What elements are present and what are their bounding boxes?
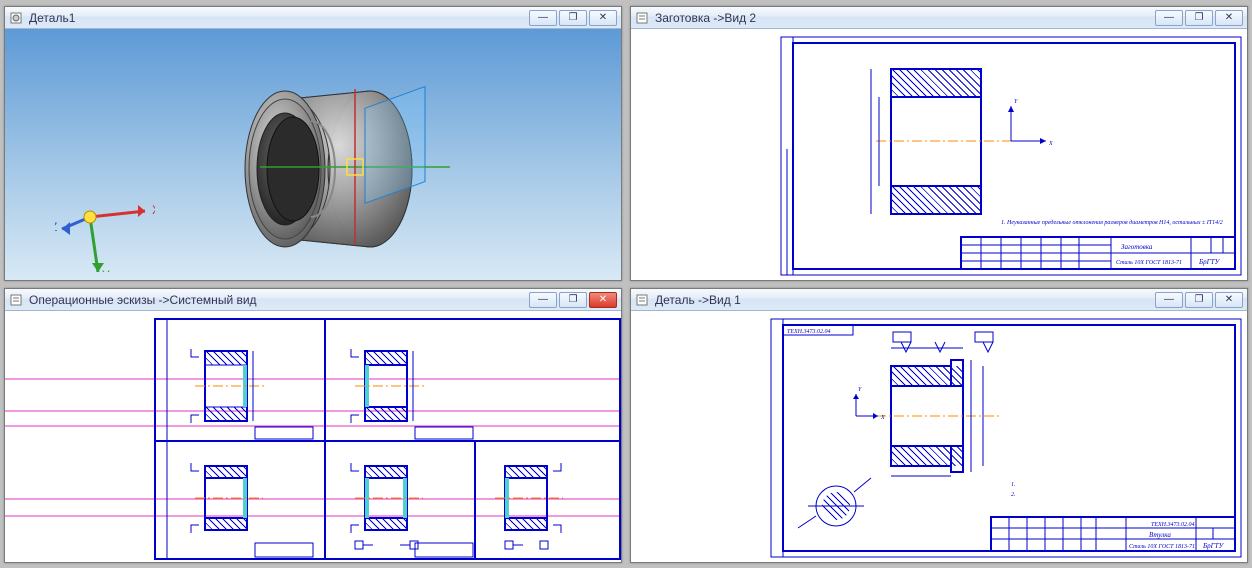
svg-text:1.: 1.: [1011, 482, 1016, 488]
minimize-button[interactable]: —: [529, 292, 557, 308]
minimize-button[interactable]: —: [1155, 10, 1183, 26]
title-text: Заготовка ->Вид 2: [655, 11, 1155, 25]
svg-text:X: X: [152, 203, 155, 217]
minimize-button[interactable]: —: [529, 10, 557, 26]
minimize-button[interactable]: —: [1155, 292, 1183, 308]
svg-text:Сталь 10Х ГОСТ 1813-71: Сталь 10Х ГОСТ 1813-71: [1116, 260, 1182, 266]
svg-text:Y: Y: [1014, 99, 1018, 105]
title-text: Деталь ->Вид 1: [655, 293, 1155, 307]
svg-text:Заготовка: Заготовка: [1121, 243, 1153, 251]
doc-2d-icon: [9, 293, 23, 307]
pane-op-sketches: Операционные эскизы ->Системный вид — ❐ …: [4, 288, 622, 563]
svg-text:БрГТУ: БрГТУ: [1198, 258, 1221, 266]
close-button[interactable]: ✕: [589, 10, 617, 26]
svg-text:Y: Y: [102, 268, 110, 272]
svg-text:X: X: [880, 415, 885, 421]
svg-text:1. Неуказанные предельные откл: 1. Неуказанные предельные отклонения раз…: [1001, 219, 1223, 226]
doc-3d-icon: [9, 11, 23, 25]
svg-text:Z: Z: [55, 220, 57, 234]
maximize-button[interactable]: ❐: [559, 10, 587, 26]
close-button[interactable]: ✕: [589, 292, 617, 308]
doc-2d-icon: [635, 11, 649, 25]
axis-gizmo: X Y Z: [55, 172, 155, 272]
titlebar[interactable]: Деталь1 — ❐ ✕: [5, 7, 621, 29]
maximize-button[interactable]: ❐: [559, 292, 587, 308]
svg-text:2.: 2.: [1011, 492, 1016, 498]
svg-text:БрГТУ: БрГТУ: [1202, 542, 1225, 550]
drawing-canvas[interactable]: ТЕХН.3473.02.04 X Y: [631, 311, 1247, 562]
close-button[interactable]: ✕: [1215, 292, 1243, 308]
svg-text:Сталь 10Х ГОСТ 1813-71: Сталь 10Х ГОСТ 1813-71: [1129, 544, 1195, 550]
window-buttons: — ❐ ✕: [529, 292, 617, 308]
titlebar[interactable]: Деталь ->Вид 1 — ❐ ✕: [631, 289, 1247, 311]
pane-blank-drawing: Заготовка ->Вид 2 — ❐ ✕: [630, 6, 1248, 281]
svg-text:ТЕХН.3473.02.04: ТЕХН.3473.02.04: [1151, 521, 1195, 528]
close-button[interactable]: ✕: [1215, 10, 1243, 26]
drawing-canvas[interactable]: X Y 1. Неуказанные предельные отклонения…: [631, 29, 1247, 280]
svg-text:X: X: [1048, 141, 1053, 147]
titlebar[interactable]: Заготовка ->Вид 2 — ❐ ✕: [631, 7, 1247, 29]
maximize-button[interactable]: ❐: [1185, 292, 1213, 308]
pane-part-drawing: Деталь ->Вид 1 — ❐ ✕ ТЕХН.3473.02.04: [630, 288, 1248, 563]
drawing-canvas[interactable]: [5, 311, 621, 562]
svg-text:ТЕХН.3473.02.04: ТЕХН.3473.02.04: [787, 328, 831, 335]
maximize-button[interactable]: ❐: [1185, 10, 1213, 26]
titlebar[interactable]: Операционные эскизы ->Системный вид — ❐ …: [5, 289, 621, 311]
title-text: Операционные эскизы ->Системный вид: [29, 293, 529, 307]
viewport-3d[interactable]: X Y Z: [5, 29, 621, 280]
window-buttons: — ❐ ✕: [1155, 10, 1243, 26]
svg-text:Втулка: Втулка: [1149, 531, 1171, 539]
window-buttons: — ❐ ✕: [529, 10, 617, 26]
svg-text:Y: Y: [858, 387, 862, 393]
title-text: Деталь1: [29, 11, 529, 25]
pane-3d-model: Деталь1 — ❐ ✕: [4, 6, 622, 281]
window-buttons: — ❐ ✕: [1155, 292, 1243, 308]
doc-2d-icon: [635, 293, 649, 307]
